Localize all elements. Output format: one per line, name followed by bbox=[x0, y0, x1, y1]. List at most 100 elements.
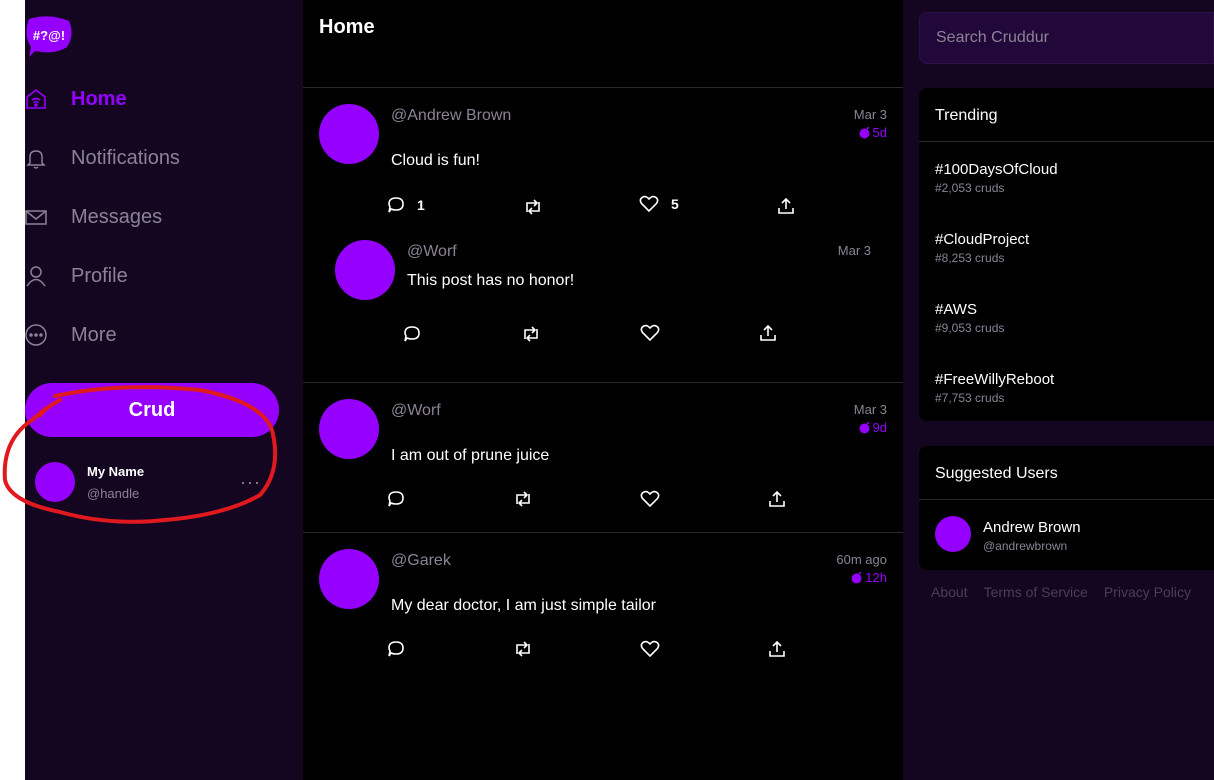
sidebar-item-home[interactable]: Home bbox=[25, 79, 285, 119]
right-column: Trending #100DaysOfCloud #2,053 cruds #C… bbox=[903, 0, 1214, 780]
post-message: I am out of prune juice bbox=[391, 447, 550, 464]
reply-button[interactable]: 1 bbox=[387, 196, 425, 214]
like-button[interactable] bbox=[640, 640, 660, 658]
reply-post[interactable]: @Worf Mar 3 This post has no honor! bbox=[303, 236, 903, 383]
feed: Home @Andrew Brown Mar 3 5d Cloud is fun… bbox=[303, 0, 903, 780]
trend-item[interactable]: #100DaysOfCloud #2,053 cruds bbox=[919, 158, 1214, 198]
bomb-icon bbox=[859, 421, 870, 433]
avatar bbox=[335, 240, 395, 300]
share-button[interactable] bbox=[759, 324, 777, 342]
suggested-user[interactable]: Andrew Brown @andrewbrown bbox=[919, 516, 1214, 556]
annotation-circle bbox=[2, 385, 278, 524]
repost-button[interactable] bbox=[523, 198, 543, 216]
post-time: Mar 3 bbox=[837, 243, 871, 258]
reply-count: 1 bbox=[417, 197, 425, 213]
post-handle[interactable]: @Andrew Brown bbox=[391, 107, 511, 125]
share-button[interactable] bbox=[777, 197, 795, 215]
sidebar-item-notifications[interactable]: Notifications bbox=[25, 138, 285, 178]
trend-item[interactable]: #CloudProject #8,253 cruds bbox=[919, 228, 1214, 268]
reply-icon bbox=[388, 197, 404, 213]
sidebar-item-profile[interactable]: Profile bbox=[25, 256, 285, 296]
person-icon bbox=[25, 265, 47, 287]
cruddur-logo[interactable]: #?@! bbox=[25, 15, 73, 57]
like-button[interactable] bbox=[640, 490, 660, 508]
share-button[interactable] bbox=[768, 640, 786, 658]
post-handle[interactable]: @Worf bbox=[391, 402, 441, 420]
repost-button[interactable] bbox=[513, 490, 533, 508]
trend-item[interactable]: #FreeWillyReboot #7,753 cruds bbox=[919, 368, 1214, 408]
post[interactable]: @Andrew Brown Mar 3 5d Cloud is fun! 1 5… bbox=[303, 88, 903, 383]
share-button[interactable] bbox=[768, 490, 786, 508]
avatar bbox=[319, 399, 379, 459]
mail-icon bbox=[25, 206, 47, 228]
suggested-user-handle: @andrewbrown bbox=[983, 539, 1068, 553]
trend-item[interactable]: #AWS #9,053 cruds bbox=[919, 298, 1214, 338]
trend-count: #8,253 cruds bbox=[935, 251, 1005, 265]
avatar bbox=[935, 516, 971, 552]
heart-icon bbox=[639, 195, 659, 213]
reply-button[interactable] bbox=[387, 640, 405, 658]
repost-icon bbox=[526, 199, 540, 215]
terms-link[interactable]: Terms of Service bbox=[984, 584, 1088, 600]
bomb-icon bbox=[851, 571, 862, 583]
post-handle[interactable]: @Garek bbox=[391, 552, 451, 570]
home-icon bbox=[25, 88, 47, 110]
heart-icon bbox=[640, 640, 660, 658]
trend-tag: #100DaysOfCloud bbox=[935, 161, 1058, 178]
sidebar-item-messages[interactable]: Messages bbox=[25, 197, 285, 237]
about-link[interactable]: About bbox=[931, 584, 968, 600]
share-icon bbox=[778, 197, 794, 214]
repost-icon bbox=[524, 326, 538, 342]
like-button[interactable] bbox=[640, 324, 660, 342]
reply-button[interactable] bbox=[403, 325, 421, 343]
sidebar-item-label: Home bbox=[71, 87, 127, 110]
trending-title: Trending bbox=[935, 107, 998, 124]
suggested-user-name: Andrew Brown bbox=[983, 519, 1081, 536]
post-expiry: 5d bbox=[859, 125, 887, 140]
expiry-label: 5d bbox=[872, 125, 887, 140]
post-message: My dear doctor, I am just simple tailor bbox=[391, 597, 656, 614]
reply-icon bbox=[388, 491, 404, 507]
like-button[interactable]: 5 bbox=[639, 195, 679, 213]
trend-count: #7,753 cruds bbox=[935, 391, 1005, 405]
post-handle[interactable]: @Worf bbox=[407, 243, 457, 261]
divider bbox=[919, 141, 1214, 142]
share-icon bbox=[769, 490, 785, 507]
trend-tag: #FreeWillyReboot bbox=[935, 371, 1055, 388]
like-count: 5 bbox=[671, 196, 679, 212]
share-icon bbox=[760, 324, 776, 341]
search-input[interactable] bbox=[919, 12, 1214, 64]
reply-icon bbox=[388, 641, 404, 657]
post[interactable]: @Garek 60m ago 12h My dear doctor, I am … bbox=[303, 533, 903, 683]
repost-button[interactable] bbox=[521, 325, 541, 343]
trend-count: #2,053 cruds bbox=[935, 181, 1005, 195]
footer-links: About Terms of Service Privacy Policy bbox=[931, 584, 1191, 600]
repost-icon bbox=[516, 491, 530, 507]
post-message: This post has no honor! bbox=[407, 272, 575, 289]
bell-icon bbox=[25, 147, 47, 169]
privacy-link[interactable]: Privacy Policy bbox=[1104, 584, 1191, 600]
post-time: Mar 3 bbox=[853, 402, 887, 417]
post[interactable]: @Worf Mar 3 9d I am out of prune juice bbox=[303, 383, 903, 533]
post-expiry: 9d bbox=[859, 420, 887, 435]
post-time: 60m ago bbox=[836, 552, 887, 567]
trend-count: #9,053 cruds bbox=[935, 321, 1005, 335]
sidebar-item-label: Messages bbox=[71, 205, 163, 228]
trend-tag: #CloudProject bbox=[935, 231, 1030, 248]
reply-icon bbox=[404, 326, 420, 342]
heart-icon bbox=[640, 324, 660, 342]
sidebar-item-label: Profile bbox=[71, 264, 128, 287]
post-expiry: 12h bbox=[851, 570, 887, 585]
repost-button[interactable] bbox=[513, 640, 533, 658]
expiry-label: 12h bbox=[865, 570, 887, 585]
bomb-icon bbox=[859, 126, 870, 138]
sidebar-item-more[interactable]: More bbox=[25, 315, 285, 355]
avatar bbox=[319, 549, 379, 609]
sidebar-item-label: Notifications bbox=[71, 146, 180, 169]
logo-text: #?@! bbox=[33, 28, 65, 43]
suggested-title: Suggested Users bbox=[935, 465, 1058, 482]
post-time: Mar 3 bbox=[853, 107, 887, 122]
reply-button[interactable] bbox=[387, 490, 405, 508]
more-circle-icon bbox=[25, 324, 47, 346]
avatar bbox=[319, 104, 379, 164]
